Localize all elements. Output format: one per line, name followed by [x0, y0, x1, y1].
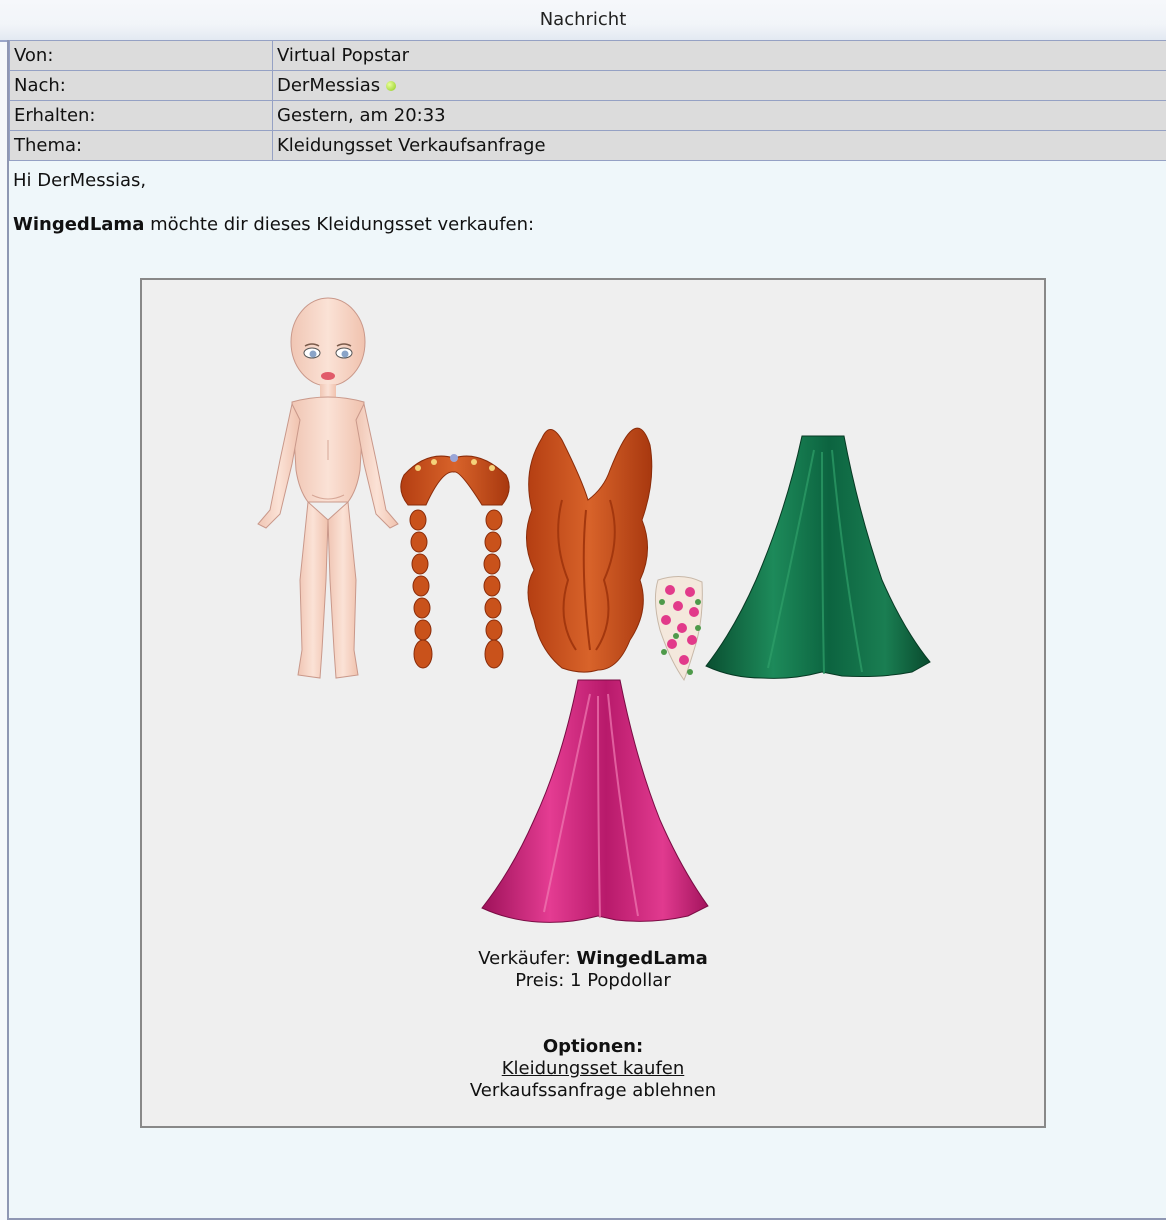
received-value: Gestern, am 20:33 [272, 100, 1166, 131]
greeting: Hi DerMessias, [13, 170, 147, 191]
message-body: Hi DerMessias, WingedLama möchte dir die… [13, 170, 534, 236]
braided-hair-item [400, 454, 510, 669]
outfit-items-preview [257, 297, 931, 923]
offer-sentence: WingedLama möchte dir dieses Kleidungsse… [13, 214, 534, 236]
online-status-icon [386, 81, 397, 91]
meta-row-to: Nach: DerMessias [9, 70, 1166, 101]
seller-label: Verkäufer: [478, 948, 577, 969]
subject-value: Kleidungsset Verkaufsanfrage [272, 130, 1166, 161]
decline-offer-link[interactable]: Verkaufssanfrage ablehnen [470, 1080, 716, 1101]
message-frame: Von: Virtual Popstar Nach: DerMessias Er… [7, 40, 1166, 1220]
price-line: Preis: 1 Popdollar [515, 970, 671, 991]
pink-satin-skirt-item [481, 679, 709, 923]
outfit-offer-card: Verkäufer: WingedLama Preis: 1 Popdollar… [140, 278, 1046, 1128]
to-value[interactable]: DerMessias [277, 75, 380, 96]
long-wavy-hair-item [526, 427, 653, 673]
sender-name[interactable]: WingedLama [13, 214, 144, 235]
from-label: Von: [9, 40, 273, 71]
options-heading-wrap: Optionen: [142, 1036, 1044, 1058]
seller-name[interactable]: WingedLama [576, 948, 707, 969]
seller-line: Verkäufer: WingedLama [142, 948, 1044, 970]
window-title: Nachricht [539, 9, 627, 30]
buy-link-wrap: Kleidungsset kaufen [142, 1058, 1044, 1080]
message-meta-table: Von: Virtual Popstar Nach: DerMessias Er… [9, 40, 1166, 161]
meta-row-received: Erhalten: Gestern, am 20:33 [9, 100, 1166, 131]
received-label: Erhalten: [9, 100, 273, 131]
offer-text: möchte dir dieses Kleidungsset verkaufen… [144, 214, 535, 235]
doll-base-item [257, 297, 399, 679]
meta-row-from: Von: Virtual Popstar [9, 40, 1166, 71]
to-label: Nach: [9, 70, 273, 101]
options-heading: Optionen: [542, 1036, 644, 1057]
from-value: Virtual Popstar [272, 40, 1166, 71]
to-cell: DerMessias [272, 70, 1166, 101]
rose-corsage-item [654, 576, 703, 682]
buy-outfit-link[interactable]: Kleidungsset kaufen [502, 1058, 685, 1079]
subject-label: Thema: [9, 130, 273, 161]
meta-row-subject: Thema: Kleidungsset Verkaufsanfrage [9, 130, 1166, 161]
decline-link-wrap: Verkaufssanfrage ablehnen [142, 1080, 1044, 1102]
green-satin-skirt-item [705, 435, 931, 679]
window-title-bar: Nachricht [0, 0, 1166, 42]
